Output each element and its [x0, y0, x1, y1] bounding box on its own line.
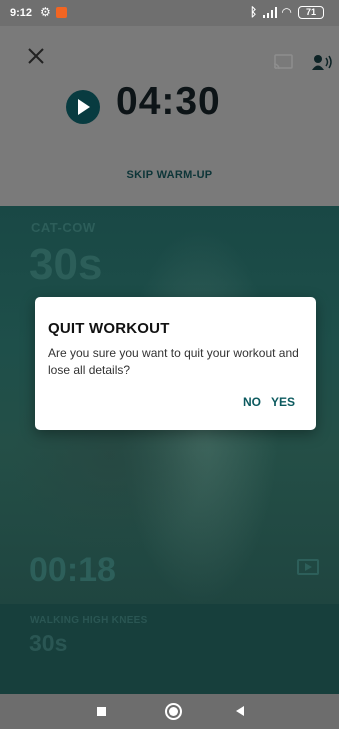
home-icon[interactable] — [165, 703, 182, 720]
notification-icon — [56, 7, 67, 18]
recent-apps-icon[interactable] — [97, 707, 106, 716]
signal-icon — [263, 7, 277, 18]
battery-level: 71 — [305, 7, 316, 17]
status-time: 9:12 — [10, 7, 33, 19]
quit-workout-dialog: QUIT WORKOUT Are you sure you want to qu… — [35, 297, 316, 430]
wifi-icon: ◠ — [282, 5, 292, 19]
bluetooth-icon: ᛒ — [250, 5, 258, 19]
battery-icon: 71 — [298, 6, 324, 19]
dialog-title: QUIT WORKOUT — [48, 320, 170, 337]
back-icon[interactable] — [236, 706, 244, 716]
no-button[interactable]: NO — [243, 395, 261, 409]
dialog-message: Are you sure you want to quit your worko… — [48, 346, 299, 377]
yes-button[interactable]: YES — [271, 395, 295, 409]
workout-screen: 9:12 ⚙ ᛒ ◠ 71 04:30 SKIP WARM-UP CAT-COW… — [0, 0, 339, 729]
settings-icon: ⚙ — [40, 5, 51, 19]
status-bar: 9:12 ⚙ ᛒ ◠ 71 — [0, 0, 339, 26]
system-nav-bar — [0, 694, 339, 729]
